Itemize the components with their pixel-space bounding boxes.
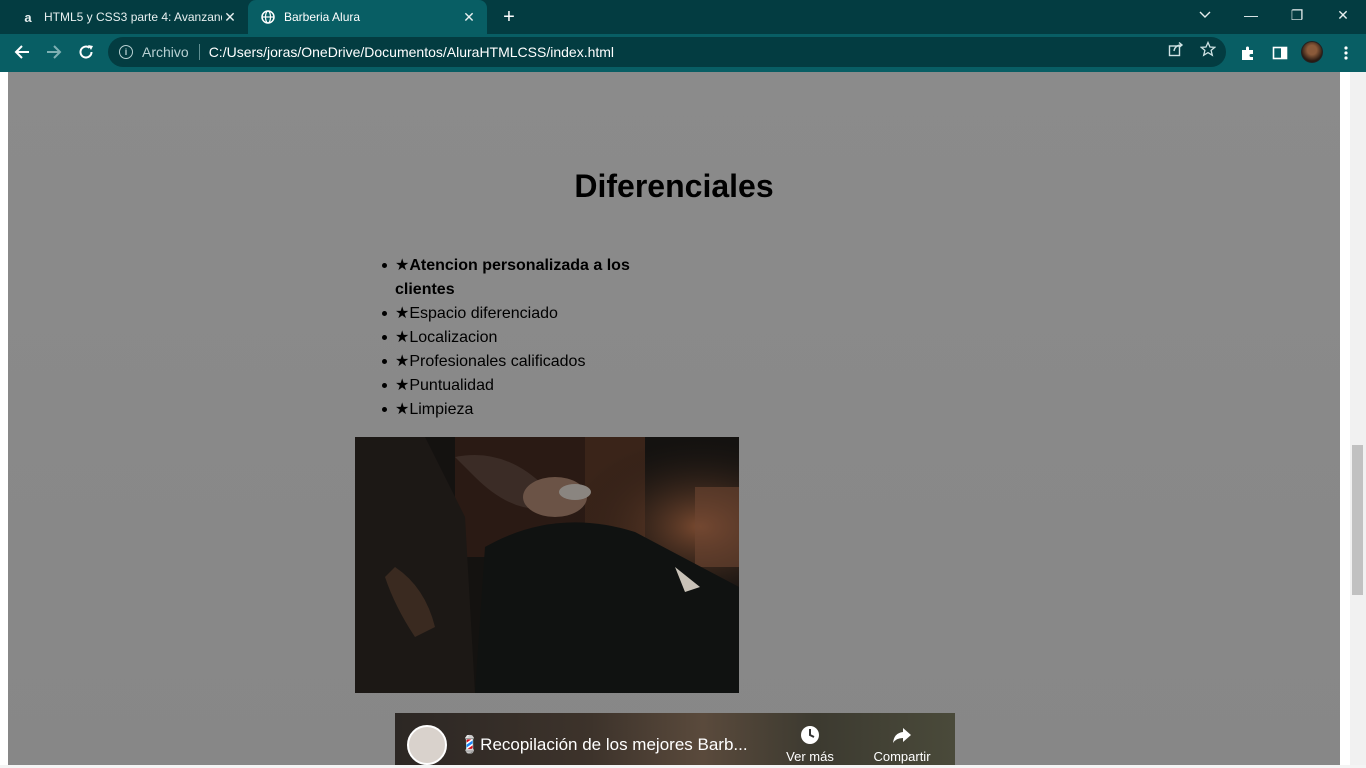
restore-button[interactable]: ❐ [1274,0,1320,30]
list-item: ★Puntualidad [382,374,645,398]
watch-later-button[interactable]: Ver más ta... [775,725,845,765]
share-arrow-icon [867,725,937,749]
list-item: ★Limpieza [382,398,645,422]
channel-avatar[interactable] [407,725,447,765]
list-item: ★Espacio diferenciado [382,302,645,326]
reload-icon[interactable] [72,38,100,66]
scheme-label: Archivo [142,44,189,60]
side-panel-icon[interactable] [1268,41,1292,65]
tab-barberia-alura[interactable]: Barberia Alura ✕ [248,0,487,34]
barber-photo [355,437,739,693]
minimize-button[interactable]: — [1228,0,1274,30]
share-icon[interactable] [1168,41,1184,61]
differentials-list: ★Atencion personalizada a los clientes ★… [382,254,645,422]
close-tab-icon[interactable]: ✕ [222,9,238,25]
youtube-embed[interactable]: 💈Recopilación de los mejores Barb... Ver… [395,713,955,765]
list-item: ★Localizacion [382,326,645,350]
share-video-button[interactable]: Compartir [867,725,937,764]
new-tab-button[interactable]: + [498,6,520,28]
site-info-icon[interactable]: i [119,45,133,59]
scrollbar-thumb[interactable] [1352,445,1363,595]
close-tab-icon[interactable]: ✕ [461,9,477,25]
watch-later-label: Ver más ta... [786,749,834,765]
bookmark-star-icon[interactable] [1199,40,1217,61]
globe-icon [260,9,276,25]
back-arrow-icon[interactable] [8,38,36,66]
tab-title: HTML5 y CSS3 parte 4: Avanzando [44,10,222,24]
tab-strip: a HTML5 y CSS3 parte 4: Avanzando ✕ Barb… [0,0,1366,34]
more-menu-icon[interactable] [1334,41,1358,65]
page-overlay-backdrop: Diferenciales ★Atencion personalizada a … [8,72,1340,765]
close-window-button[interactable]: ✕ [1320,0,1366,30]
clock-icon [775,725,845,749]
extensions-puzzle-icon[interactable] [1236,41,1260,65]
video-title[interactable]: 💈Recopilación de los mejores Barb... [459,735,748,755]
list-item: ★Atencion personalizada a los clientes [382,254,645,302]
profile-avatar[interactable] [1301,41,1323,63]
address-bar[interactable]: i Archivo C:/Users/joras/OneDrive/Docume… [108,37,1226,67]
tab-search-chevron-down-icon[interactable] [1182,0,1228,30]
address-divider [198,44,200,60]
tab-title: Barberia Alura [284,10,361,24]
browser-toolbar: i Archivo C:/Users/joras/OneDrive/Docume… [0,34,1366,72]
list-item: ★Profesionales calificados [382,350,645,374]
page-viewport: Diferenciales ★Atencion personalizada a … [0,72,1366,768]
forward-arrow-icon[interactable] [40,38,68,66]
alura-favicon-icon: a [24,9,32,25]
url-text[interactable]: C:/Users/joras/OneDrive/Documentos/Alura… [209,44,614,60]
share-label: Compartir [873,749,931,764]
tab-html5-course[interactable]: a HTML5 y CSS3 parte 4: Avanzando ✕ [8,0,248,34]
section-heading-diferenciales: Diferenciales [574,168,774,204]
vertical-scrollbar[interactable] [1350,72,1366,768]
